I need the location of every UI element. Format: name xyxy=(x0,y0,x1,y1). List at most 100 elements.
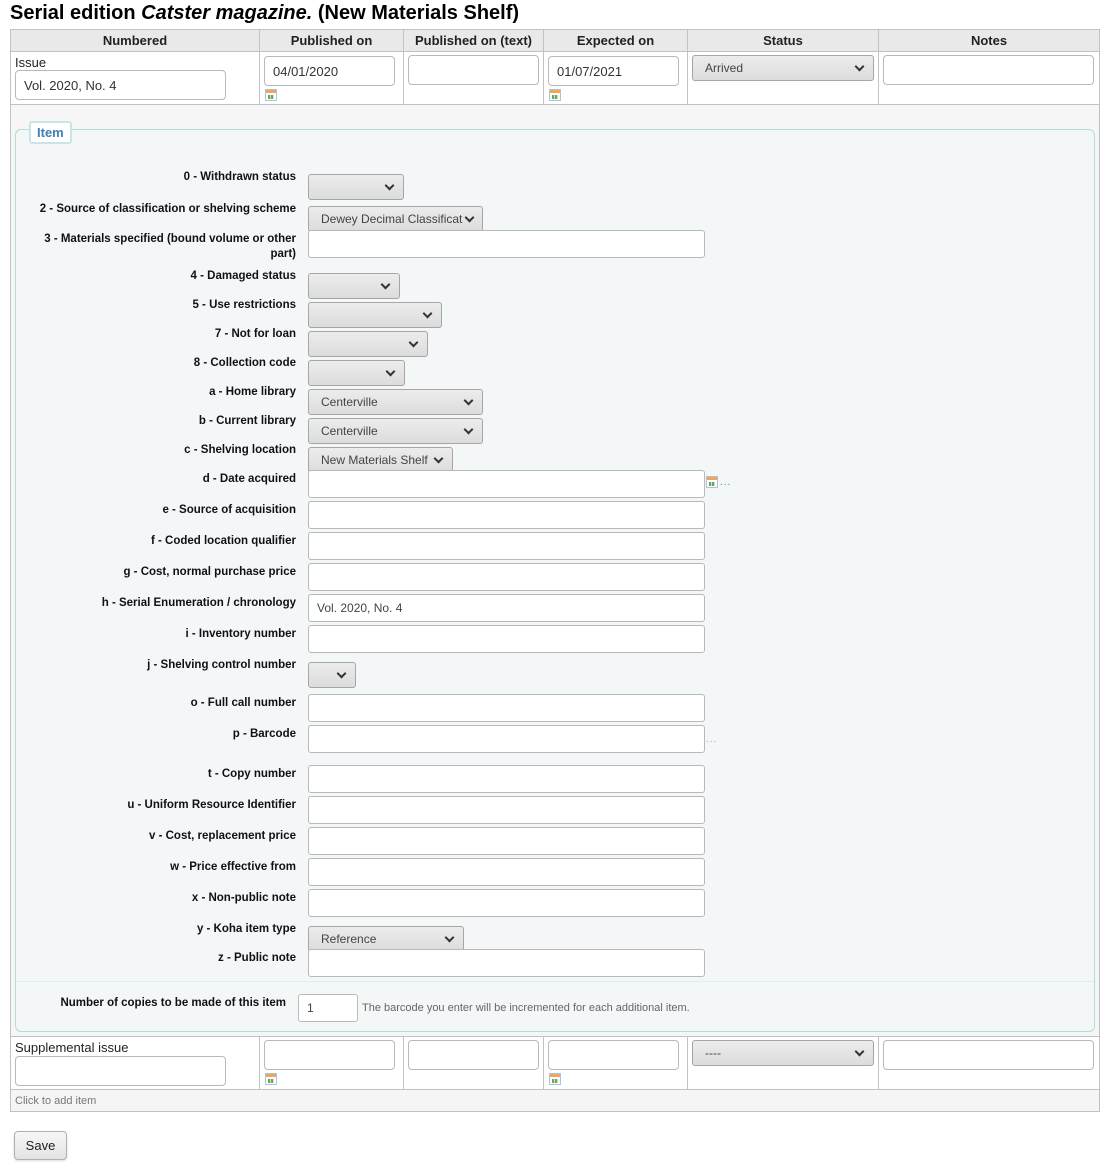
field-input-i-inventory-number[interactable] xyxy=(308,625,705,653)
field-label-4-damaged-status: 4 - Damaged status xyxy=(190,270,296,282)
field-label-z-public-note: z - Public note xyxy=(218,952,296,964)
select-value: Reference xyxy=(321,932,377,946)
chevron-down-icon xyxy=(408,337,419,347)
chevron-down-icon xyxy=(854,1046,865,1056)
chevron-down-icon xyxy=(422,308,433,318)
field-input-h-serial-enumeration-chronology[interactable] xyxy=(308,594,705,622)
supplemental-status-cell: ---- xyxy=(687,1036,879,1090)
select-value: Dewey Decimal Classificat xyxy=(321,212,463,226)
field-label-b-current-library: b - Current library xyxy=(198,415,296,427)
supplemental-status-value: ---- xyxy=(705,1046,721,1060)
table-header-row: Numbered Published on Published on (text… xyxy=(10,29,1100,52)
supplemental-expected-on-cell xyxy=(543,1036,688,1090)
field-label-t-copy-number: t - Copy number xyxy=(207,768,296,780)
field-input-x-non-public-note[interactable] xyxy=(308,889,705,917)
item-legend: Item xyxy=(29,121,72,144)
supplemental-numbered-cell: Supplemental issue xyxy=(10,1036,260,1090)
calendar-icon[interactable] xyxy=(706,476,718,488)
expected-on-cell xyxy=(543,51,688,105)
supplemental-row: Supplemental issue ---- xyxy=(10,1036,1100,1090)
chevron-down-icon xyxy=(384,180,395,190)
field-select-2-source-of-classification-or-shelving-scheme[interactable]: Dewey Decimal Classificat xyxy=(308,206,483,232)
select-value: Centerville xyxy=(321,424,378,438)
calendar-icon[interactable] xyxy=(549,1073,561,1085)
field-input-g-cost-normal-purchase-price[interactable] xyxy=(308,563,705,591)
title-prefix: Serial edition xyxy=(10,2,142,24)
field-label-d-date-acquired: d - Date acquired xyxy=(202,473,296,485)
status-select-value: Arrived xyxy=(705,61,744,75)
published-on-text-cell xyxy=(403,51,544,105)
field-input-w-price-effective-from[interactable] xyxy=(308,858,705,886)
supplemental-expected-on-input[interactable] xyxy=(548,1040,679,1070)
field-select-j-shelving-control-number[interactable] xyxy=(308,662,356,688)
date-plugin-link[interactable]: ... xyxy=(720,477,731,488)
copies-label: Number of copies to be made of this item xyxy=(60,997,286,1009)
published-on-cell xyxy=(259,51,404,105)
header-numbered: Numbered xyxy=(10,29,260,52)
field-label-y-koha-item-type: y - Koha item type xyxy=(196,923,296,935)
header-published-on: Published on xyxy=(259,29,404,52)
supplemental-published-on-input[interactable] xyxy=(264,1040,395,1070)
field-select-5-use-restrictions[interactable] xyxy=(308,302,442,328)
field-label-j-shelving-control-number: j - Shelving control number xyxy=(147,659,296,671)
add-item-link[interactable]: Click to add item xyxy=(10,1089,1100,1112)
supplemental-numbered-input[interactable] xyxy=(15,1056,226,1086)
field-input-p-barcode[interactable] xyxy=(308,725,705,753)
field-select-a-home-library[interactable]: Centerville xyxy=(308,389,483,415)
field-label-x-non-public-note: x - Non-public note xyxy=(191,892,296,904)
published-on-text-input[interactable] xyxy=(408,55,539,85)
calendar-icon[interactable] xyxy=(265,89,277,101)
field-input-f-coded-location-qualifier[interactable] xyxy=(308,532,705,560)
chevron-down-icon xyxy=(463,424,474,434)
copies-divider xyxy=(16,981,1094,982)
field-label-a-home-library: a - Home library xyxy=(209,386,296,398)
field-select-0-withdrawn-status[interactable] xyxy=(308,174,404,200)
field-label-2-source-of-classification-or-shelving-scheme: 2 - Source of classification or shelving… xyxy=(39,203,296,215)
field-select-7-not-for-loan[interactable] xyxy=(308,331,428,357)
field-input-v-cost-replacement-price[interactable] xyxy=(308,827,705,855)
numbered-cell: Issue xyxy=(10,51,260,105)
save-button[interactable]: Save xyxy=(14,1131,67,1160)
field-input-u-uniform-resource-identifier[interactable] xyxy=(308,796,705,824)
copies-input[interactable] xyxy=(298,994,358,1022)
chevron-down-icon xyxy=(380,279,391,289)
field-label-7-not-for-loan: 7 - Not for loan xyxy=(214,328,296,340)
supplemental-notes-cell xyxy=(878,1036,1100,1090)
barcode-plugin-link[interactable]: ... xyxy=(706,734,717,745)
field-select-4-damaged-status[interactable] xyxy=(308,273,400,299)
header-status: Status xyxy=(687,29,879,52)
field-input-e-source-of-acquisition[interactable] xyxy=(308,501,705,529)
supplemental-status-select[interactable]: ---- xyxy=(692,1040,874,1066)
field-input-z-public-note[interactable] xyxy=(308,949,705,977)
supplemental-published-on-text-cell xyxy=(403,1036,544,1090)
field-input-3-materials-specified-bound-volume-or-other-part[interactable] xyxy=(308,230,705,258)
field-label-3-materials-specified-bound-volume-or-other-part: 3 - Materials specified (bound volume or… xyxy=(44,233,296,260)
supplemental-notes-input[interactable] xyxy=(883,1040,1094,1070)
issue-row: Issue Arrived xyxy=(10,51,1100,105)
item-row: Item 0 - Withdrawn status 2 - Source of c… xyxy=(10,104,1100,1037)
header-expected-on: Expected on xyxy=(543,29,688,52)
calendar-icon[interactable] xyxy=(265,1073,277,1085)
title-suffix: (New Materials Shelf) xyxy=(312,2,520,24)
numbered-input[interactable] xyxy=(15,70,226,100)
supplemental-issue-label: Supplemental issue xyxy=(15,1040,129,1055)
add-item-row[interactable]: Click to add item xyxy=(10,1089,1100,1112)
published-on-input[interactable] xyxy=(264,56,395,86)
status-select[interactable]: Arrived xyxy=(692,55,874,81)
chevron-down-icon xyxy=(433,453,444,463)
field-select-8-collection-code[interactable] xyxy=(308,360,405,386)
expected-on-input[interactable] xyxy=(548,56,679,86)
header-notes: Notes xyxy=(878,29,1100,52)
notes-input[interactable] xyxy=(883,55,1094,85)
field-input-t-copy-number[interactable] xyxy=(308,765,705,793)
field-label-v-cost-replacement-price: v - Cost, replacement price xyxy=(149,830,296,842)
serial-edition-table: Numbered Published on Published on (text… xyxy=(10,29,1100,1112)
calendar-icon[interactable] xyxy=(549,89,561,101)
field-input-o-full-call-number[interactable] xyxy=(308,694,705,722)
field-label-f-coded-location-qualifier: f - Coded location qualifier xyxy=(150,535,296,547)
field-select-b-current-library[interactable]: Centerville xyxy=(308,418,483,444)
field-label-c-shelving-location: c - Shelving location xyxy=(184,444,296,456)
field-input-d-date-acquired[interactable] xyxy=(308,470,705,498)
supplemental-published-on-text-input[interactable] xyxy=(408,1040,539,1070)
field-label-h-serial-enumeration-chronology: h - Serial Enumeration / chronology xyxy=(101,597,296,609)
